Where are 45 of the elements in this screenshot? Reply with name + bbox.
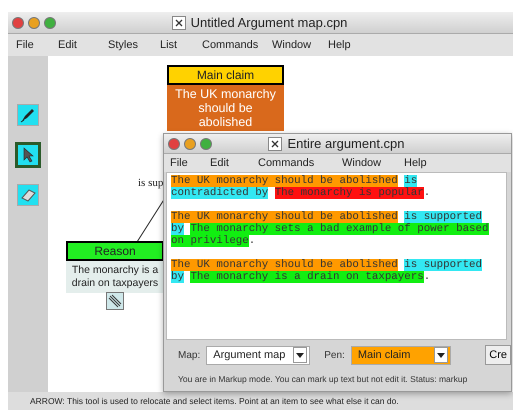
marked-up-sentence: The UK monarchy should be abolished is supported by The monarchy sets a bad example of power based on privilege. [171,211,490,247]
x-icon [268,136,282,150]
caret-icon [293,347,308,363]
menu-item[interactable]: Window [266,39,322,51]
close-button[interactable] [168,138,180,150]
menu-item[interactable]: File [10,39,52,51]
reason-node-text: The monarchy is a drain on taxpayers [66,261,164,293]
menu-item[interactable]: File [164,157,204,169]
window-title: Untitled Argument map.cpn [190,15,348,30]
menu-item[interactable]: Help [322,39,364,51]
pen-label: Pen: [324,350,345,360]
node-heading: Reason [66,241,164,261]
x-icon [172,16,186,30]
menu-item[interactable]: Commands [252,157,336,169]
close-button[interactable] [12,16,24,28]
text-area[interactable] [166,172,507,340]
marked-up-sentence: The UK monarchy should be abolished is supported by The monarchy is a drain on taxpayers. [171,259,484,283]
caret-icon [434,347,448,363]
menu-item[interactable]: Styles [102,39,154,51]
menu-item[interactable]: Edit [52,39,102,51]
minimize-button[interactable] [28,16,40,28]
node-heading: Main claim [167,65,284,85]
status-bar: ARROW: This tool is used to relocate and select items. Point at an item to see what else it can do. [8,392,513,410]
menu-item[interactable]: Help [398,157,440,169]
pen-dropdown[interactable]: Main claim [350,346,451,364]
window-title: Entire argument.cpn [287,136,405,151]
menu-item[interactable]: Commands [196,39,266,51]
zoom-button[interactable] [44,16,56,28]
pen-icon [20,107,36,123]
map-dropdown[interactable]: Argument map [206,346,310,364]
map-label: Map: [178,350,200,360]
menu-item[interactable]: Window [336,157,398,169]
claim-node-text: The UK monarchy should be abolished [167,85,284,131]
eraser-icon [20,188,36,202]
minimize-button[interactable] [184,138,196,150]
zoom-button[interactable] [200,138,212,150]
mode-status: You are in Markup mode. You can mark up text but not edit it. Status: markup [177,373,468,386]
relation-label: is sup [138,177,164,189]
create-button[interactable]: Cre [485,345,511,365]
pen-tool-button[interactable] [17,104,39,126]
pencil-icon[interactable] [106,292,124,310]
menu-item[interactable]: Edit [204,157,252,169]
arrow-tool-button[interactable] [15,142,41,168]
eraser-tool-button[interactable] [17,184,39,206]
menu-item[interactable]: List [154,39,196,51]
